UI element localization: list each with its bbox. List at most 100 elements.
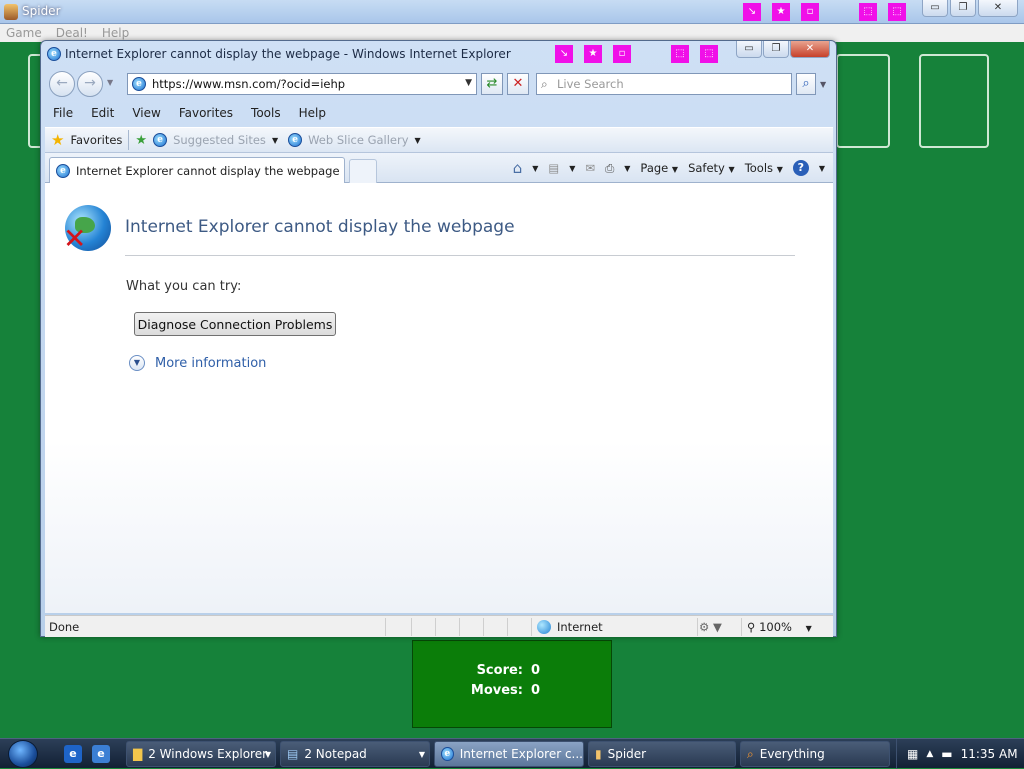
menu-view[interactable]: View	[132, 106, 160, 120]
suggested-sites-dropdown-icon[interactable]: ▼	[272, 136, 278, 145]
status-text: Done	[49, 620, 80, 634]
menu-favorites[interactable]: Favorites	[179, 106, 233, 120]
spider-restore-button[interactable]: ❐	[950, 0, 976, 17]
browser-quicklaunch-icon[interactable]: e	[92, 745, 110, 763]
overlay-icon[interactable]: ↘	[555, 45, 573, 63]
taskbar-notepad[interactable]: ▤ 2 Notepad ▼	[280, 741, 430, 767]
keyboard-icon[interactable]: ▦	[907, 747, 918, 761]
menu-tools[interactable]: Tools	[251, 106, 281, 120]
tools-menu-button[interactable]: Tools ▼	[745, 161, 783, 175]
spider-minimize-button[interactable]: ▭	[922, 0, 948, 17]
ie-quicklaunch-icon[interactable]: e	[64, 745, 82, 763]
card-pile-slot[interactable]	[836, 54, 890, 148]
network-icon[interactable]: ▬	[941, 747, 952, 761]
back-arrow-icon[interactable]: ←	[49, 71, 75, 97]
zoom-control[interactable]: ⚲ 100% ▼	[747, 620, 812, 634]
start-button[interactable]	[8, 740, 38, 768]
help-dropdown-icon[interactable]: ▼	[819, 164, 825, 173]
moves-label: Moves:	[470, 683, 523, 698]
home-dropdown-icon[interactable]: ▼	[532, 164, 538, 173]
search-icon[interactable]: ⌕	[796, 73, 816, 95]
notepad-icon: ▤	[287, 747, 299, 761]
menu-file[interactable]: File	[53, 106, 73, 120]
safety-menu-button[interactable]: Safety ▼	[688, 161, 735, 175]
search-options-dropdown-icon[interactable]: ▼	[820, 80, 826, 89]
ie-taskbar-icon: e	[441, 747, 454, 761]
taskbar-everything[interactable]: ⌕ Everything	[740, 741, 890, 767]
search-input[interactable]: ⌕ Live Search	[536, 73, 792, 95]
add-favorite-icon[interactable]: ★	[135, 133, 147, 148]
ie-logo-icon: e	[47, 47, 61, 61]
tab-current[interactable]: e Internet Explorer cannot display the w…	[49, 157, 345, 183]
chevron-down-icon[interactable]: ▼	[129, 355, 145, 371]
score-label: Score:	[476, 663, 523, 678]
what-you-can-try-label: What you can try:	[126, 279, 242, 294]
taskbar-button-label: Internet Explorer c...	[459, 747, 583, 761]
overlay-icon[interactable]: ▫	[613, 45, 631, 63]
diagnose-connection-button[interactable]: Diagnose Connection Problems	[134, 312, 336, 336]
taskbar-internet-explorer[interactable]: e Internet Explorer c...	[434, 741, 584, 767]
ie-restore-button[interactable]: ❐	[763, 41, 789, 58]
tray-expand-icon[interactable]: ▲	[926, 749, 933, 759]
overlay-icon[interactable]: ↘	[743, 3, 761, 21]
stop-icon[interactable]: ✕	[507, 73, 529, 95]
page-ie-icon: e	[132, 77, 146, 91]
taskbar-spider[interactable]: ▮ Spider	[588, 741, 736, 767]
taskbar-windows-explorer[interactable]: ▇ 2 Windows Explorer ▼	[126, 741, 276, 767]
ie-close-button[interactable]: ✕	[790, 41, 830, 58]
address-bar[interactable]: e https://www.msn.com/?ocid=iehp ▼	[127, 73, 477, 95]
more-information-link[interactable]: ▼ More information	[129, 355, 266, 371]
feeds-icon[interactable]: ▤	[548, 161, 559, 175]
refresh-icon[interactable]: ⇄	[481, 73, 503, 95]
suggested-sites-button[interactable]: Suggested Sites	[173, 133, 266, 147]
spider-close-button[interactable]: ✕	[978, 0, 1018, 17]
ie-window-controls: ▭ ❐ ✕	[736, 41, 830, 58]
web-slice-icon: e	[288, 133, 303, 147]
help-icon[interactable]: ?	[792, 160, 809, 176]
protected-mode-icon[interactable]: ⚙ ▼	[699, 620, 722, 634]
error-heading: Internet Explorer cannot display the web…	[125, 217, 515, 237]
overlay-icon[interactable]: ★	[772, 3, 790, 21]
overlay-icon[interactable]: ⬚	[700, 45, 718, 63]
page-menu-button[interactable]: Page ▼	[640, 161, 678, 175]
card-pile-slot[interactable]	[919, 54, 989, 148]
menu-edit[interactable]: Edit	[91, 106, 114, 120]
spider-menu-game[interactable]: Game	[6, 26, 42, 40]
feeds-dropdown-icon[interactable]: ▼	[569, 164, 575, 173]
home-icon[interactable]: ⌂	[513, 159, 523, 177]
web-slice-gallery-button[interactable]: Web Slice Gallery	[308, 133, 408, 147]
print-icon[interactable]: ⎙	[605, 161, 614, 176]
overlay-icon[interactable]: ⬚	[859, 3, 877, 21]
globe-error-icon: ✕	[63, 205, 111, 253]
favorites-button[interactable]: Favorites	[70, 133, 122, 147]
menu-help[interactable]: Help	[299, 106, 326, 120]
address-text[interactable]: https://www.msn.com/?ocid=iehp	[152, 77, 345, 91]
overlay-icon[interactable]: ★	[584, 45, 602, 63]
everything-search-icon: ⌕	[747, 746, 754, 761]
mail-icon[interactable]: ✉	[585, 161, 595, 175]
menu-bar: File Edit View Favorites Tools Help	[45, 103, 833, 123]
ie-minimize-button[interactable]: ▭	[736, 41, 762, 58]
ie-window: e Internet Explorer cannot display the w…	[40, 40, 837, 637]
overlay-icon[interactable]: ⬚	[888, 3, 906, 21]
security-zone[interactable]: Internet	[537, 620, 603, 634]
zoom-dropdown-icon[interactable]: ▼	[806, 624, 812, 633]
clock[interactable]: 11:35 AM	[961, 747, 1018, 761]
address-dropdown-icon[interactable]: ▼	[465, 78, 472, 88]
web-slice-dropdown-icon[interactable]: ▼	[415, 136, 421, 145]
spider-menu-deal[interactable]: Deal!	[56, 26, 88, 40]
zoom-level: 100%	[759, 620, 792, 634]
print-dropdown-icon[interactable]: ▼	[624, 164, 630, 173]
more-information-label[interactable]: More information	[155, 356, 266, 371]
history-dropdown-icon[interactable]: ▼	[107, 78, 113, 87]
new-tab-button[interactable]	[349, 159, 377, 183]
internet-zone-icon	[537, 620, 551, 634]
security-zone-label: Internet	[557, 620, 603, 634]
page-content: ✕ Internet Explorer cannot display the w…	[45, 183, 833, 613]
spider-menu-help[interactable]: Help	[102, 26, 129, 40]
overlay-icon[interactable]: ▫	[801, 3, 819, 21]
taskbar-button-label: Everything	[759, 747, 825, 761]
forward-arrow-icon[interactable]: →	[77, 71, 103, 97]
score-panel: Score: 0 Moves: 0	[412, 640, 612, 728]
overlay-icon[interactable]: ⬚	[671, 45, 689, 63]
